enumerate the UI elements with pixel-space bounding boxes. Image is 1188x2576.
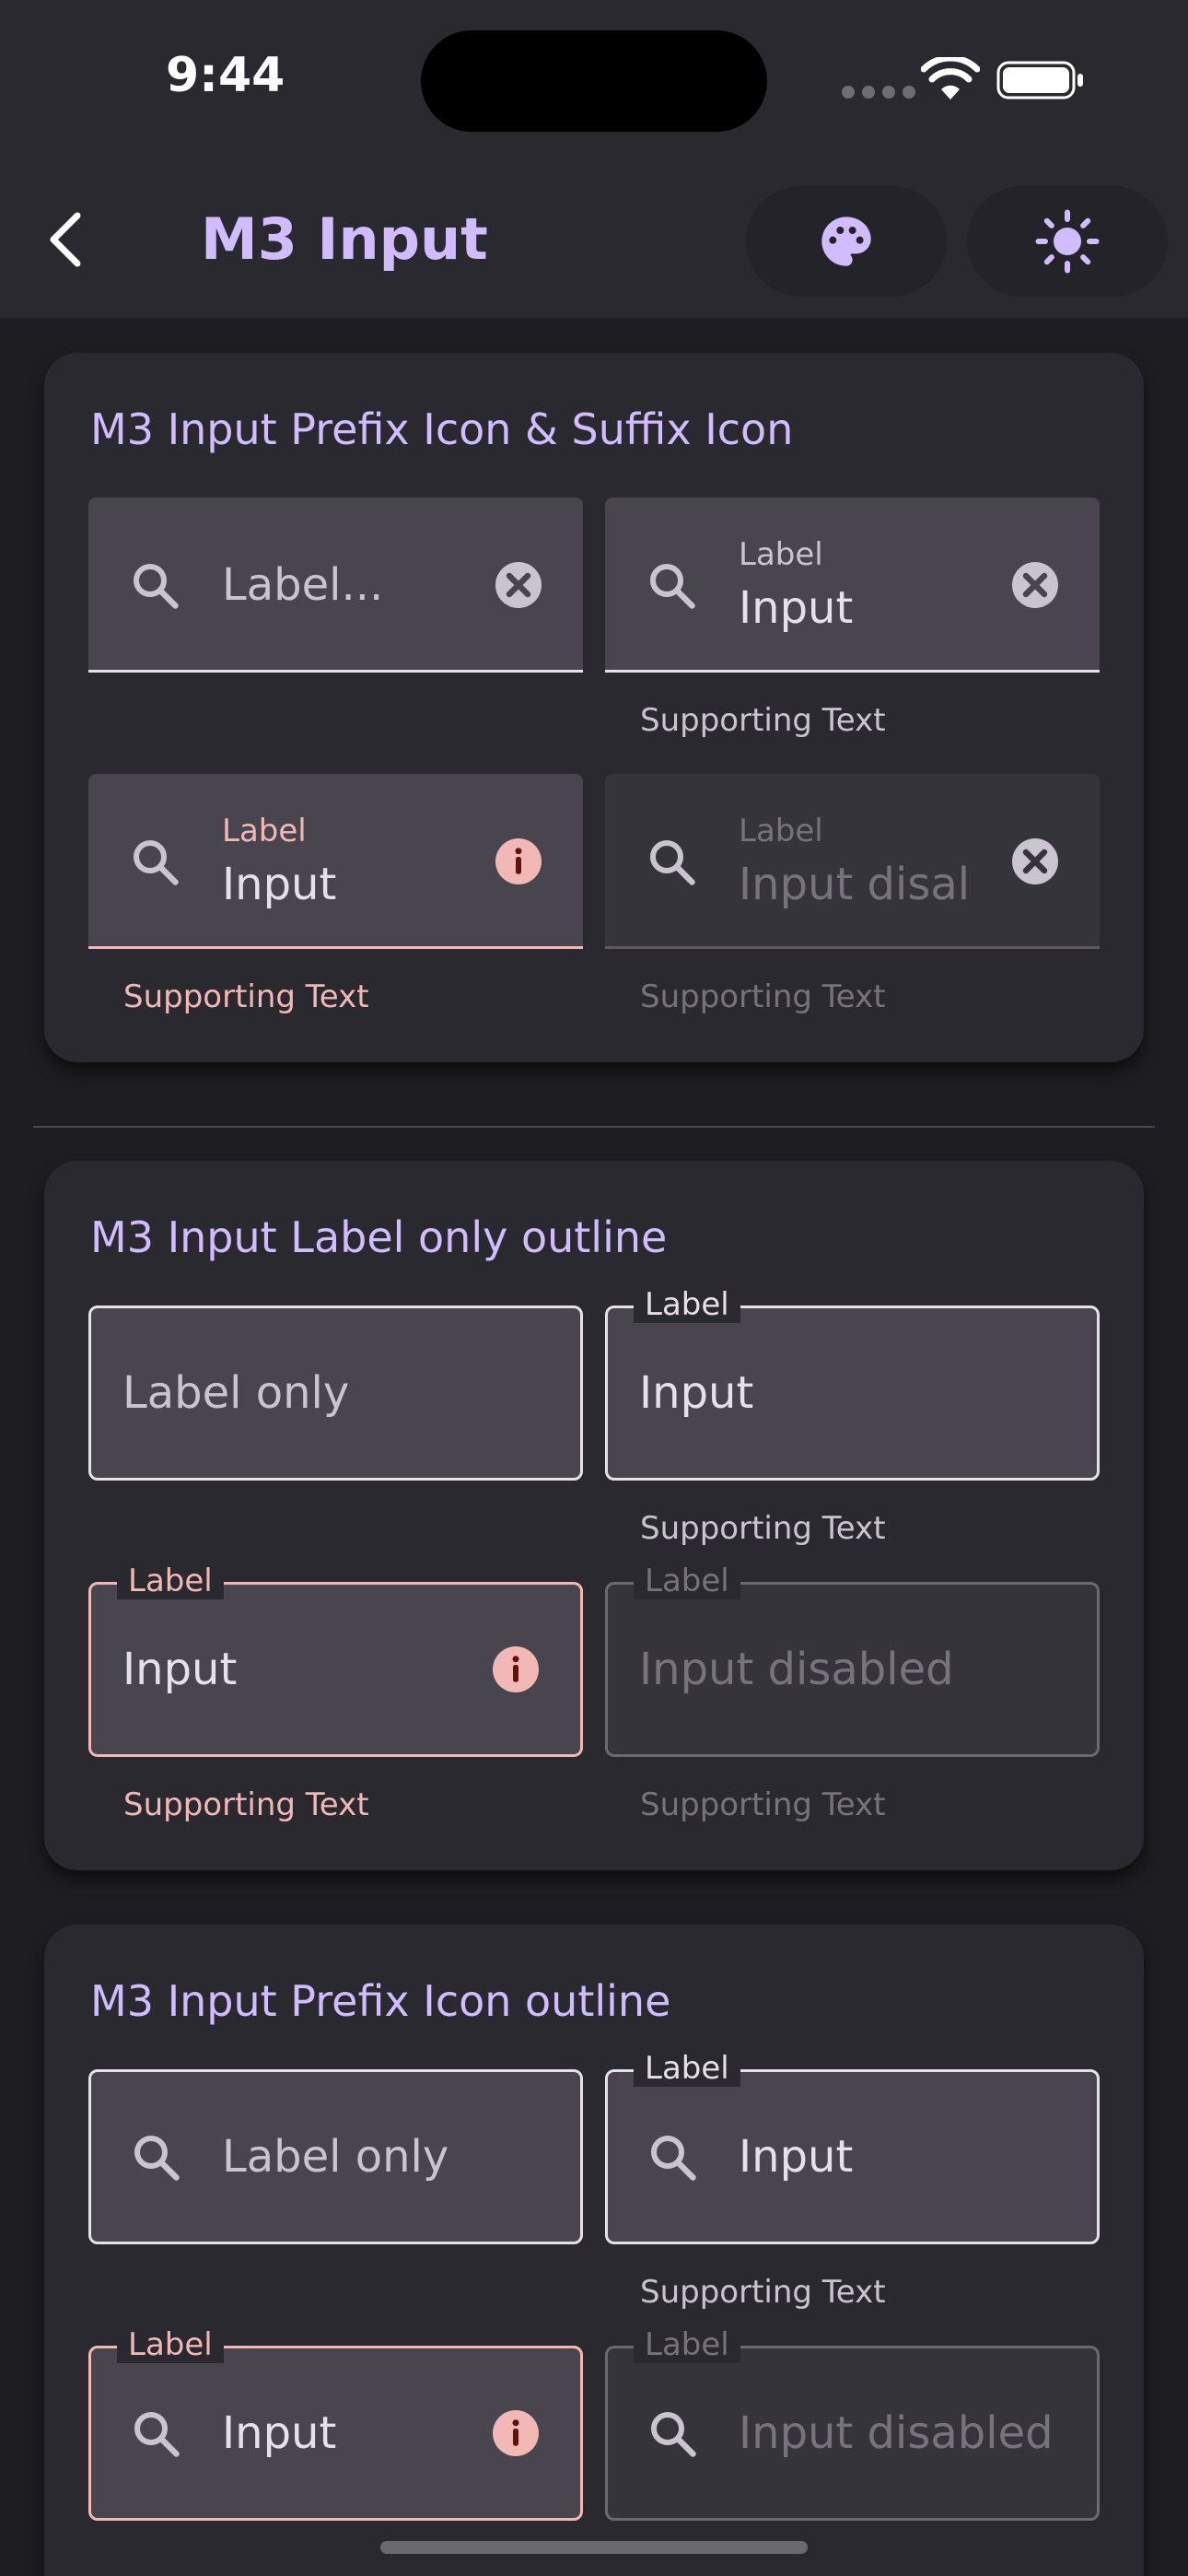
sun-icon <box>1035 209 1100 274</box>
input-label: Label <box>634 1563 740 1599</box>
info-icon <box>493 2410 539 2456</box>
input-label: Label <box>117 1563 224 1599</box>
clear-icon <box>1012 838 1058 884</box>
search-icon <box>651 2412 696 2457</box>
section-card-prefix-outline: M3 Input Prefix Icon outline Label only … <box>44 1925 1144 2576</box>
section-card-label-outline: M3 Input Label only outline Label only L… <box>44 1161 1144 1870</box>
supporting-text: Supporting Text <box>640 978 886 1015</box>
text-field: Label Input disabled <box>605 2326 1100 2521</box>
battery-icon <box>996 61 1083 100</box>
input-value: Input disabled <box>739 2407 1054 2459</box>
app-bar: M3 Input <box>0 161 1188 318</box>
input-hint: Label... <box>222 559 384 611</box>
input-error[interactable]: Label Input Supporting Text <box>88 1563 583 1823</box>
input-error[interactable]: Label Input <box>88 2326 583 2521</box>
supporting-text: Supporting Text <box>640 2274 886 2311</box>
input-labeled[interactable]: Label Input Supporting Text <box>605 2050 1100 2311</box>
input-disabled: Label Input disabled <box>605 2326 1100 2521</box>
text-field[interactable]: Label... <box>88 498 583 673</box>
input-label: Label <box>634 1286 740 1323</box>
status-time: 9:44 <box>166 48 285 103</box>
text-field[interactable]: Label Input <box>605 1286 1100 1481</box>
search-icon <box>134 840 179 885</box>
input-hint: Label only <box>122 1367 350 1419</box>
input-value: Input <box>122 1644 238 1695</box>
input-value: Input <box>222 859 337 910</box>
palette-button[interactable] <box>746 186 947 297</box>
page-title: M3 Input <box>201 205 488 273</box>
text-field[interactable]: Label Input <box>88 1563 583 1757</box>
info-icon <box>495 838 542 884</box>
divider <box>33 1126 1155 1128</box>
search-icon <box>134 2412 180 2457</box>
search-icon <box>650 840 695 885</box>
text-field[interactable]: Label Input <box>88 2326 583 2521</box>
search-icon <box>650 564 695 609</box>
info-icon <box>493 1646 539 1692</box>
text-field[interactable]: Label Input <box>88 774 583 949</box>
input-disabled: Label Input disabled Supporting Text <box>605 1563 1100 1823</box>
palette-icon <box>821 217 871 266</box>
input-hint: Label only <box>222 2131 449 2183</box>
input-value: Input <box>739 2131 854 2183</box>
input-label-hint[interactable]: Label... <box>88 498 583 673</box>
input-label: Label <box>634 2326 740 2363</box>
input-label: Label <box>634 2050 740 2087</box>
text-field[interactable]: Label only <box>88 2069 583 2244</box>
input-value: Input <box>222 2407 337 2459</box>
section-title: M3 Input Prefix Icon & Suffix Icon <box>90 404 794 454</box>
input-value: Input disal <box>739 859 969 910</box>
input-label: Label <box>222 813 307 849</box>
clear-icon[interactable] <box>491 557 546 613</box>
input-value: Input <box>739 582 854 634</box>
status-bar: 9:44 <box>0 0 1188 161</box>
search-icon <box>651 2136 696 2181</box>
text-field[interactable]: Label Input <box>605 2050 1100 2244</box>
text-field[interactable]: Label Input <box>605 498 1100 673</box>
input-label: Label <box>117 2326 224 2363</box>
input-value: Input <box>639 1367 754 1419</box>
input-disabled: Label Input disal Supporting Text <box>605 774 1100 1015</box>
back-button[interactable] <box>28 203 101 276</box>
dynamic-island <box>421 30 767 132</box>
text-field: Label Input disal <box>605 774 1100 949</box>
section-title: M3 Input Prefix Icon outline <box>90 1976 671 2026</box>
section-title: M3 Input Label only outline <box>90 1212 668 1262</box>
search-icon <box>134 564 179 609</box>
cellular-signal-icon <box>842 86 915 99</box>
text-field[interactable]: Label only <box>88 1306 583 1481</box>
input-label: Label <box>739 813 823 849</box>
scroll-content[interactable]: M3 Input Prefix Icon & Suffix Icon Label… <box>0 318 1188 2576</box>
supporting-text: Supporting Text <box>640 1510 886 1547</box>
search-icon <box>134 2136 180 2181</box>
supporting-text: Supporting Text <box>640 1786 886 1823</box>
input-labeled[interactable]: Label Input Supporting Text <box>605 498 1100 739</box>
input-error[interactable]: Label Input Supporting Text <box>88 774 583 1015</box>
supporting-text: Supporting Text <box>640 702 886 739</box>
chevron-left-icon <box>50 212 81 267</box>
wifi-icon <box>921 57 980 100</box>
supporting-text: Supporting Text <box>123 978 369 1015</box>
input-label: Label <box>739 536 823 573</box>
supporting-text: Supporting Text <box>123 1786 369 1823</box>
section-card-prefix-suffix: M3 Input Prefix Icon & Suffix Icon Label… <box>44 353 1144 1062</box>
theme-toggle-button[interactable] <box>967 186 1168 297</box>
clear-icon[interactable] <box>1007 557 1063 613</box>
text-field: Label Input disabled <box>605 1563 1100 1757</box>
input-label-hint[interactable]: Label only <box>88 2069 583 2244</box>
input-value: Input disabled <box>639 1644 954 1695</box>
input-labeled[interactable]: Label Input Supporting Text <box>605 1286 1100 1547</box>
home-indicator[interactable] <box>380 2541 808 2554</box>
input-label-hint[interactable]: Label only <box>88 1306 583 1481</box>
